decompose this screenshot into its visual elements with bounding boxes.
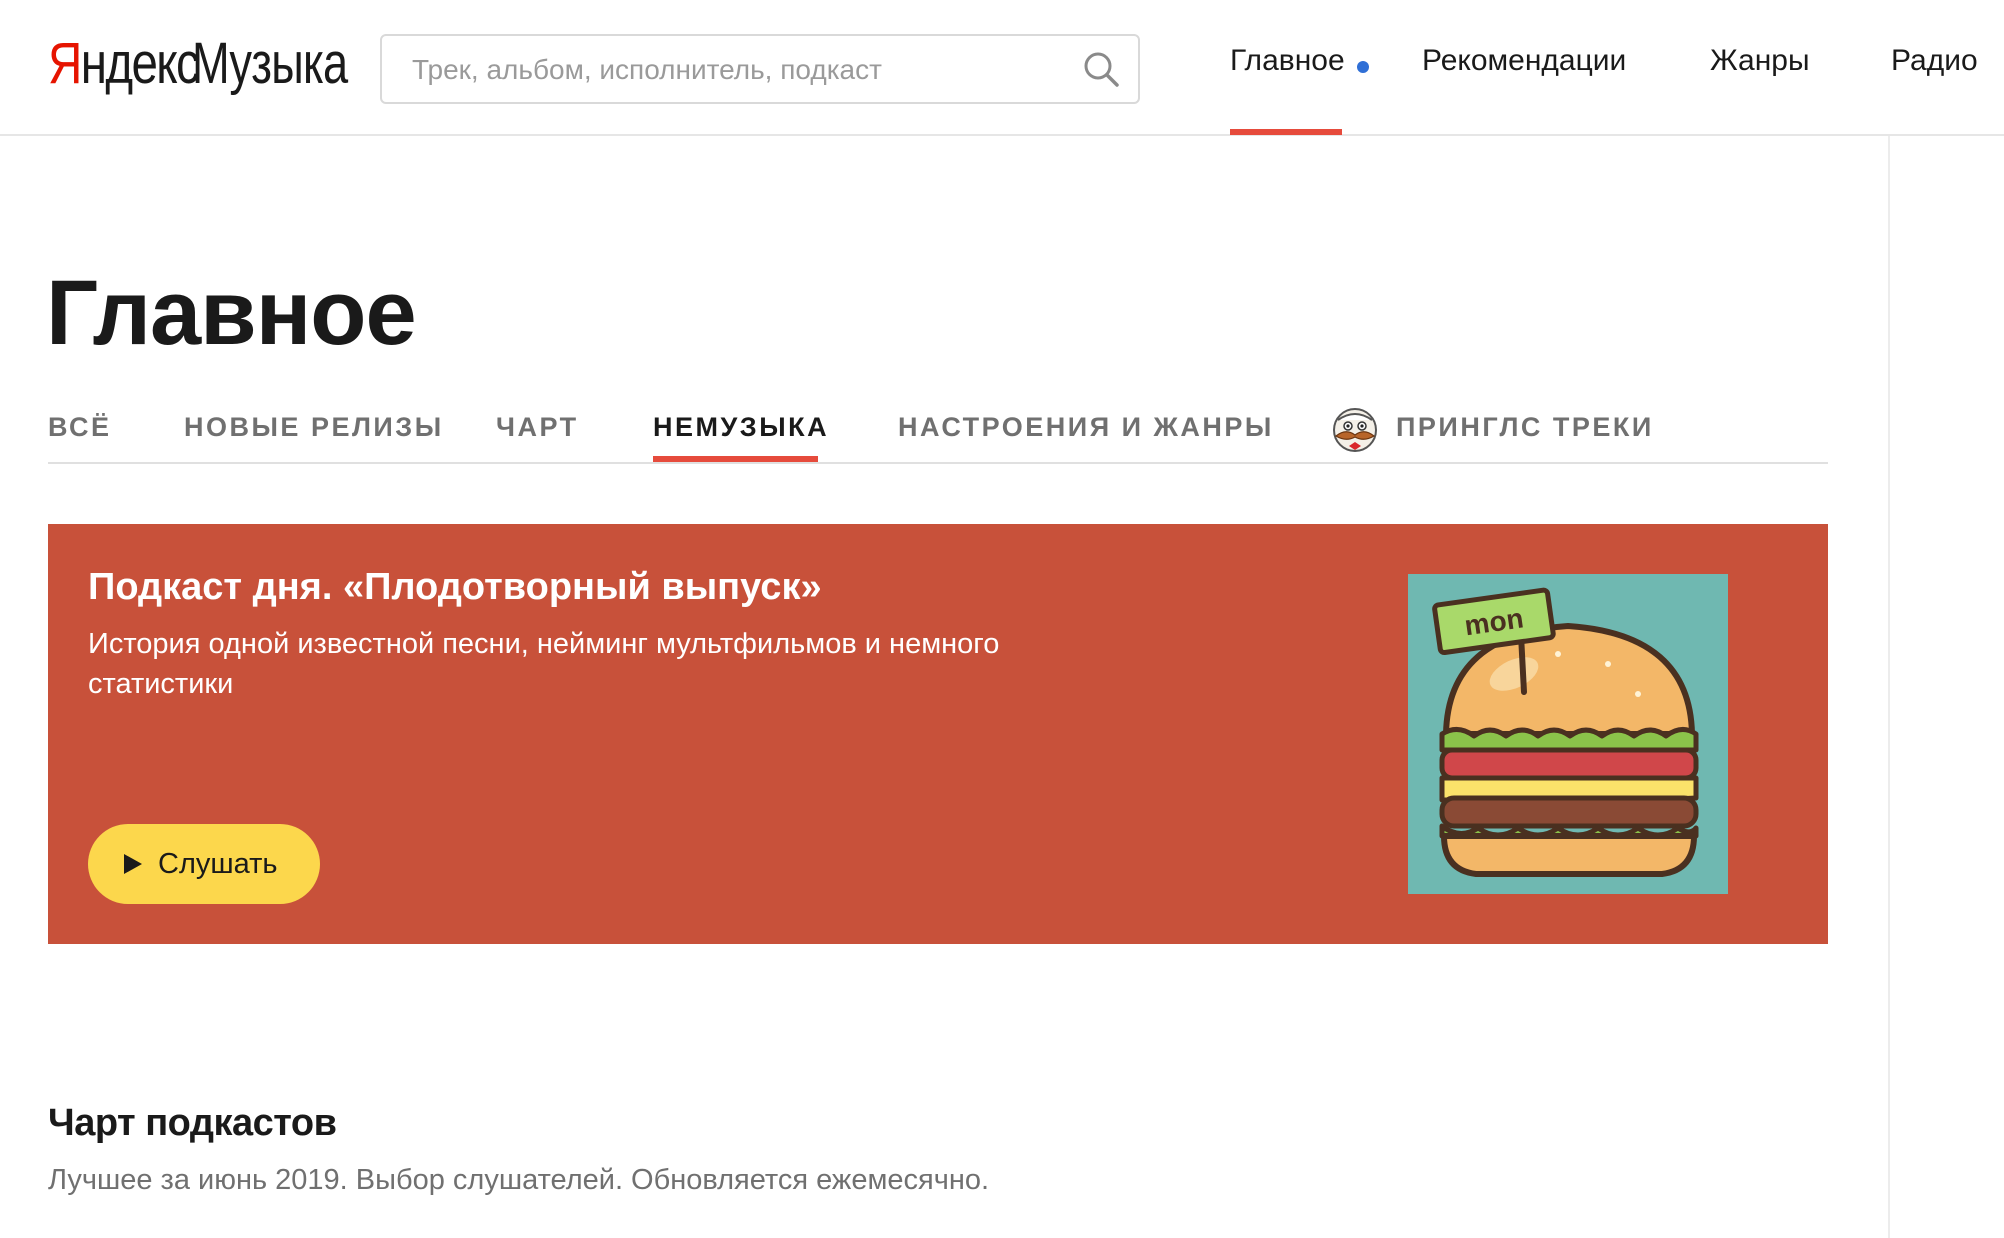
- search-icon[interactable]: [1082, 50, 1120, 88]
- nav-new-indicator-dot: [1357, 61, 1369, 73]
- category-tabs: Всё Новые релизы Чарт Немузыка Настроени…: [48, 400, 1828, 464]
- nav-item-recommendations[interactable]: Рекомендации: [1422, 44, 1626, 78]
- nav-item-main[interactable]: Главное: [1230, 44, 1345, 78]
- logo-music-text: Музыка: [192, 31, 348, 96]
- search-input[interactable]: [410, 36, 1054, 104]
- podcast-of-the-day-banner[interactable]: Подкаст дня. «Плодотворный выпуск» Истор…: [48, 524, 1828, 944]
- pringles-mascot-icon: [1333, 408, 1377, 452]
- nav-item-genres[interactable]: Жанры: [1710, 44, 1810, 78]
- nav-item-radio[interactable]: Радио: [1891, 44, 1978, 78]
- tab-all[interactable]: Всё: [48, 412, 112, 443]
- podcast-cover-burger-image[interactable]: mon: [1408, 574, 1728, 894]
- podcast-chart-subtitle: Лучшее за июнь 2019. Выбор слушателей. О…: [48, 1164, 990, 1196]
- podcast-chart-title[interactable]: Чарт подкастов: [48, 1102, 337, 1145]
- banner-title[interactable]: Подкаст дня. «Плодотворный выпуск»: [88, 566, 822, 609]
- tab-active-underline: [653, 456, 818, 462]
- banner-description: История одной известной песни, нейминг м…: [88, 628, 1000, 700]
- page-title: Главное: [46, 262, 417, 364]
- yandex-music-logo[interactable]: Яндекс Музыка: [48, 30, 391, 100]
- play-icon: [124, 854, 142, 874]
- nav-active-underline: [1230, 129, 1342, 135]
- logo-yandex-text: Яндекс: [48, 31, 200, 96]
- header: Яндекс Музыка Главное Рекомендации Жанры…: [0, 0, 2004, 136]
- tab-new-releases[interactable]: Новые релизы: [184, 412, 444, 443]
- listen-button[interactable]: Слушать: [88, 824, 320, 904]
- sidebar-divider: [1888, 136, 1890, 1238]
- tab-non-music[interactable]: Немузыка: [653, 412, 829, 443]
- tab-pringles-tracks[interactable]: Принглс треки: [1396, 412, 1654, 443]
- tab-moods-genres[interactable]: Настроения и жанры: [898, 412, 1274, 443]
- search-box[interactable]: [380, 34, 1140, 104]
- listen-button-label: Слушать: [158, 847, 278, 880]
- tab-chart[interactable]: Чарт: [496, 412, 579, 443]
